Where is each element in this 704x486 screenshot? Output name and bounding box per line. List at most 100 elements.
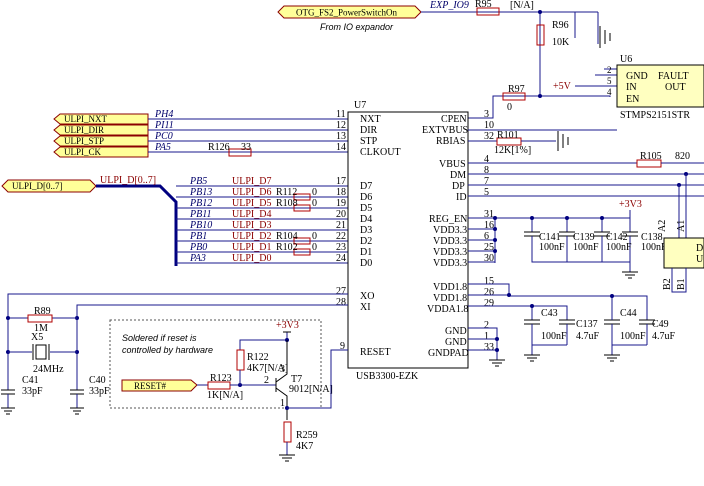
r97-ref: R97 xyxy=(508,84,525,95)
svg-text:4.7uF: 4.7uF xyxy=(652,331,676,342)
svg-text:GND: GND xyxy=(626,71,648,82)
svg-text:FAULT: FAULT xyxy=(658,71,689,82)
svg-text:PB0: PB0 xyxy=(189,242,207,253)
from-io-note: From IO expandor xyxy=(320,22,394,32)
svg-text:B2: B2 xyxy=(662,278,673,290)
svg-text:24: 24 xyxy=(336,253,346,264)
schematic: OTG_FS2_PowerSwitchOn From IO expandor E… xyxy=(1,0,704,462)
u6-part: STMPS2151STR xyxy=(620,110,690,121)
r95-val: [N/A] xyxy=(510,0,534,11)
port-ulpi-stp: ULPI_STP xyxy=(53,135,149,147)
r96-val: 10K xyxy=(552,37,570,48)
svg-text:RESET: RESET xyxy=(360,347,391,358)
svg-text:X5: X5 xyxy=(31,332,43,343)
u7-ref: U7 xyxy=(354,100,366,111)
svg-text:100nF: 100nF xyxy=(541,331,567,342)
svg-text:0: 0 xyxy=(312,198,317,209)
svg-text:28: 28 xyxy=(336,297,346,308)
port-ulpi-dir: ULPI_DIR xyxy=(53,124,149,136)
svg-text:1: 1 xyxy=(484,331,489,342)
svg-text:PH4: PH4 xyxy=(154,109,173,120)
svg-text:C43: C43 xyxy=(541,308,558,319)
svg-text:C41: C41 xyxy=(22,375,39,386)
svg-text:C44: C44 xyxy=(620,308,637,319)
u6-chip: U6 STMPS2151STR 2 5 4 GND IN EN FAULT OU… xyxy=(607,54,704,121)
svg-text:D0: D0 xyxy=(360,258,372,269)
svg-text:1: 1 xyxy=(280,398,285,409)
svg-text:PB12: PB12 xyxy=(189,198,212,209)
svg-text:R105: R105 xyxy=(640,151,662,162)
svg-text:22: 22 xyxy=(336,231,346,242)
svg-text:VBUS: VBUS xyxy=(439,159,466,170)
svg-text:18: 18 xyxy=(336,187,346,198)
svg-text:GND: GND xyxy=(445,337,467,348)
svg-text:R259: R259 xyxy=(296,430,318,441)
u6-ref: U6 xyxy=(620,54,632,65)
port-ulpi-ck: ULPI_CK xyxy=(53,146,149,158)
svg-text:VDD3.3: VDD3.3 xyxy=(433,225,467,236)
svg-text:ID: ID xyxy=(456,192,467,203)
svg-text:820: 820 xyxy=(675,151,690,162)
r95-ref: R95 xyxy=(475,0,492,10)
svg-text:OUT: OUT xyxy=(665,82,686,93)
svg-text:ULPI_D3: ULPI_D3 xyxy=(232,220,271,231)
svg-text:3: 3 xyxy=(484,109,489,120)
reset-port-label: RESET# xyxy=(134,381,167,391)
svg-text:PB5: PB5 xyxy=(189,176,207,187)
svg-text:33pF: 33pF xyxy=(22,386,43,397)
svg-text:U: U xyxy=(696,254,704,265)
svg-text:ULPI_D2: ULPI_D2 xyxy=(232,231,271,242)
svg-text:DIR: DIR xyxy=(360,125,378,136)
svg-text:D2: D2 xyxy=(360,236,372,247)
svg-text:ULPI_D1: ULPI_D1 xyxy=(232,242,271,253)
svg-text:100nF: 100nF xyxy=(620,331,646,342)
svg-text:21: 21 xyxy=(336,220,346,231)
svg-text:PB1: PB1 xyxy=(189,231,207,242)
svg-text:NXT: NXT xyxy=(360,114,381,125)
svg-text:29: 29 xyxy=(484,298,494,309)
svg-text:D5: D5 xyxy=(360,203,372,214)
svg-text:CPEN: CPEN xyxy=(441,114,467,125)
svg-text:0: 0 xyxy=(312,242,317,253)
svg-text:A2: A2 xyxy=(657,220,668,232)
svg-text:XI: XI xyxy=(360,302,371,313)
svg-text:PB13: PB13 xyxy=(189,187,212,198)
svg-text:33pF: 33pF xyxy=(89,386,110,397)
svg-text:33: 33 xyxy=(484,342,494,353)
svg-text:VDD3.3: VDD3.3 xyxy=(433,247,467,258)
svg-text:+3V3: +3V3 xyxy=(619,199,642,210)
svg-text:+3V3: +3V3 xyxy=(276,320,299,331)
r96-ref: R96 xyxy=(552,20,569,31)
svg-text:PI11: PI11 xyxy=(154,120,174,131)
svg-text:C137: C137 xyxy=(576,319,598,330)
svg-text:1K[N/A]: 1K[N/A] xyxy=(207,390,243,401)
svg-text:IN: IN xyxy=(626,82,637,93)
svg-text:26: 26 xyxy=(484,287,494,298)
svg-text:VDDA1.8: VDDA1.8 xyxy=(427,304,468,315)
svg-text:15: 15 xyxy=(484,276,494,287)
otg-port-label: OTG_FS2_PowerSwitchOn xyxy=(296,8,398,18)
svg-text:D6: D6 xyxy=(360,192,372,203)
svg-text:12: 12 xyxy=(336,120,346,131)
svg-text:2: 2 xyxy=(607,65,612,75)
svg-text:ULPI_CK: ULPI_CK xyxy=(64,147,102,157)
port-ulpi-nxt: ULPI_NXT xyxy=(53,113,149,125)
svg-text:VDD3.3: VDD3.3 xyxy=(433,258,467,269)
svg-text:D4: D4 xyxy=(360,214,372,225)
svg-text:VDD3.3: VDD3.3 xyxy=(433,236,467,247)
svg-text:PB10: PB10 xyxy=(189,220,212,231)
svg-text:D1: D1 xyxy=(360,247,372,258)
svg-text:DM: DM xyxy=(450,170,466,181)
svg-text:DP: DP xyxy=(452,181,465,192)
svg-text:R126: R126 xyxy=(208,142,230,153)
svg-text:R122: R122 xyxy=(247,352,269,363)
svg-text:XO: XO xyxy=(360,291,374,302)
svg-text:17: 17 xyxy=(336,176,346,187)
svg-text:11: 11 xyxy=(336,109,346,120)
svg-text:10: 10 xyxy=(484,120,494,131)
svg-text:4.7uF: 4.7uF xyxy=(576,331,600,342)
svg-text:GND: GND xyxy=(445,326,467,337)
bus-label: ULPI_D[0..7] xyxy=(100,175,156,186)
net-5v: +5V xyxy=(553,81,572,92)
svg-text:ULPI_NXT: ULPI_NXT xyxy=(64,114,107,124)
